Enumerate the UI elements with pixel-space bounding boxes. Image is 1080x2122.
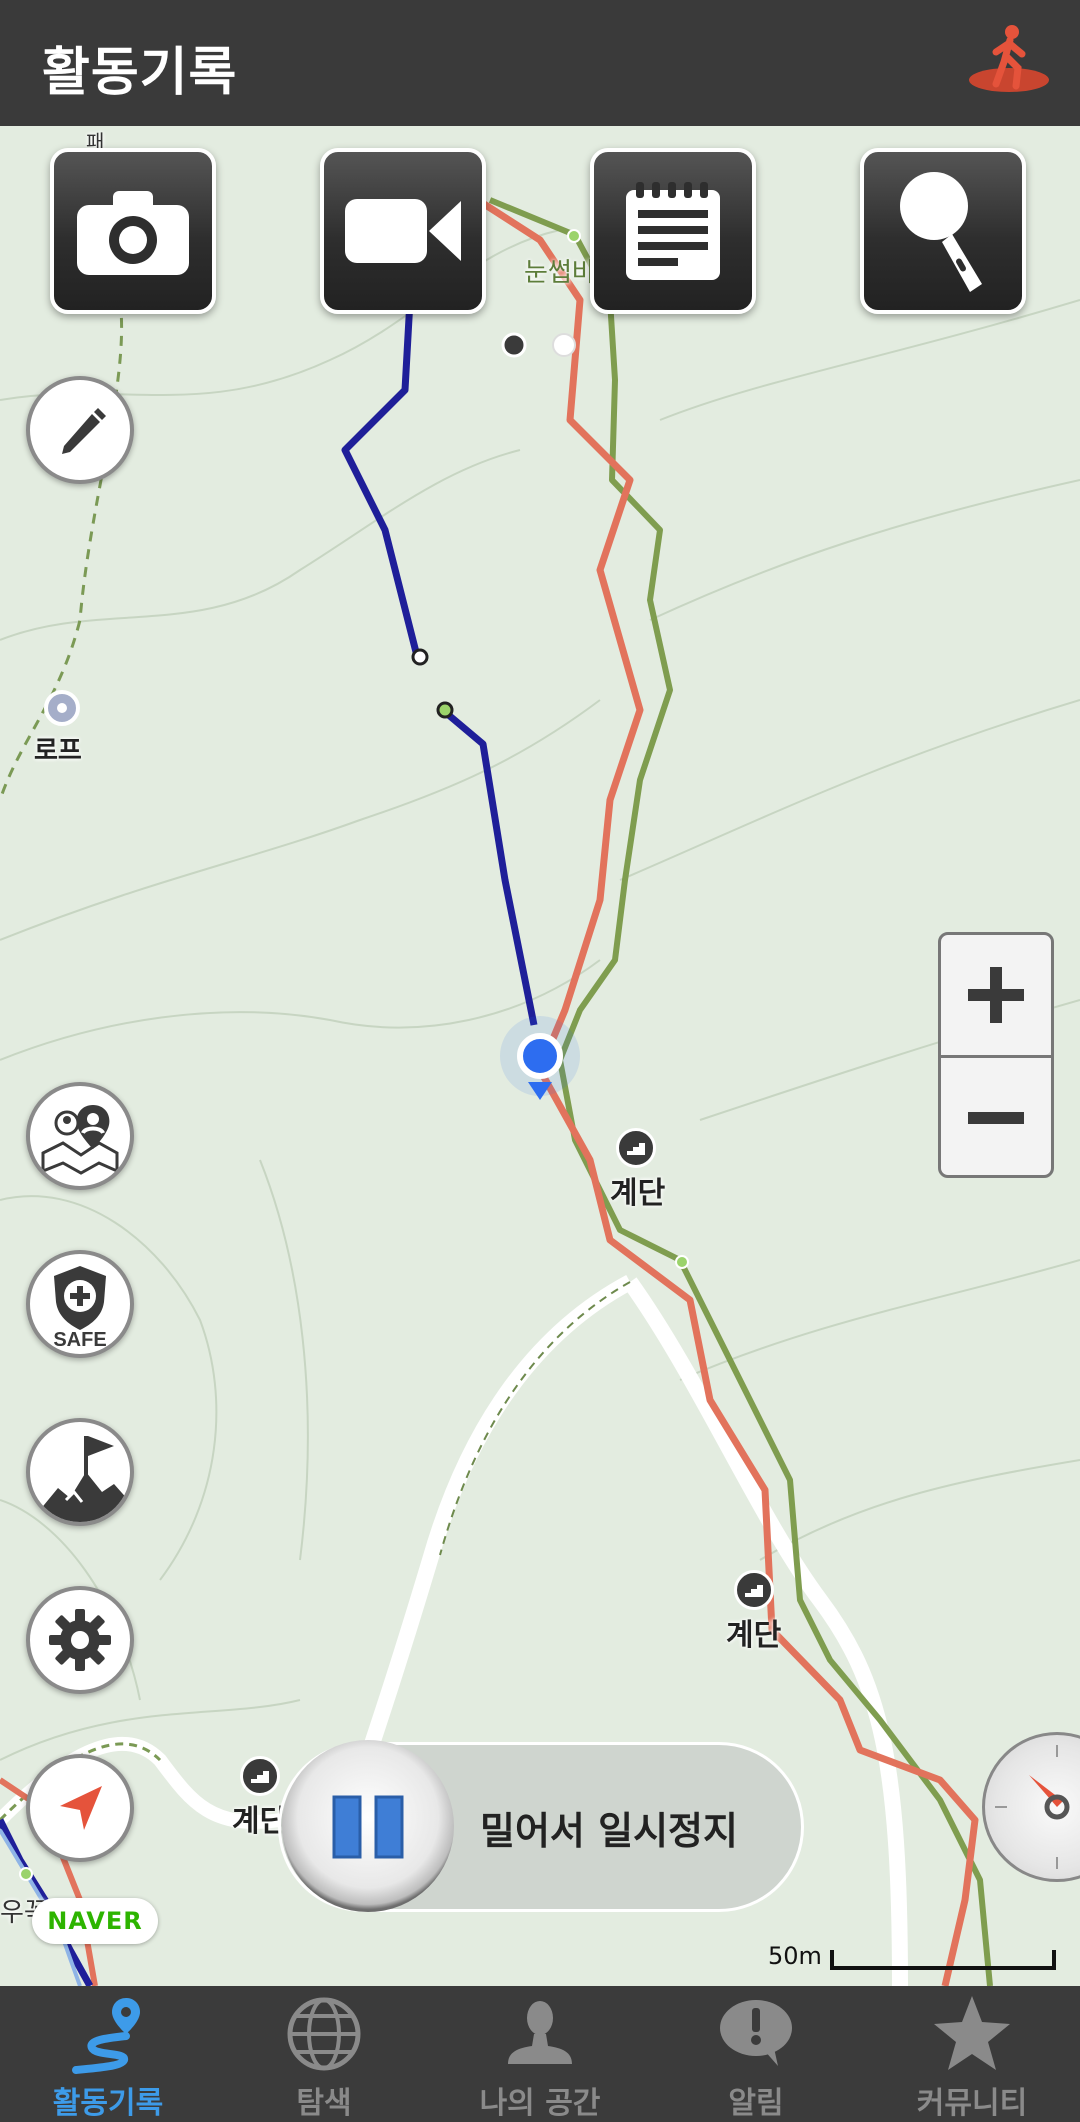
map-people-icon: [41, 1105, 119, 1175]
scale-label: 50m: [768, 1942, 822, 1970]
gear-icon: [49, 1609, 111, 1671]
zoom-control: [938, 932, 1054, 1178]
tab-activity-record[interactable]: 활동기록: [0, 1986, 216, 2122]
person-icon: [508, 2001, 572, 2064]
map-canvas: [0, 126, 1080, 1986]
minus-icon: [968, 1112, 1024, 1124]
pencil-icon: [62, 408, 106, 454]
summit-button[interactable]: [26, 1418, 134, 1526]
tab-label: 탐색: [296, 2086, 352, 2121]
stairs-icon[interactable]: [240, 1756, 280, 1796]
star-icon: [934, 1996, 1010, 2070]
camera-button[interactable]: [50, 148, 216, 314]
microphone-button[interactable]: [860, 148, 1026, 314]
stairs-icon[interactable]: [734, 1570, 774, 1610]
tab-community[interactable]: 커뮤니티: [864, 1986, 1080, 2122]
bottom-tab-bar: 활동기록 탐색 나의 공간 알림 커뮤니티: [0, 1986, 1080, 2122]
note-icon: [626, 182, 720, 280]
note-button[interactable]: [590, 148, 756, 314]
microphone-icon: [900, 172, 982, 292]
zoom-in-button[interactable]: [941, 935, 1051, 1058]
map-scale: 50m: [768, 1942, 1060, 1972]
page-indicator[interactable]: [500, 330, 580, 360]
settings-button[interactable]: [26, 1586, 134, 1694]
group-map-button[interactable]: [26, 1082, 134, 1190]
video-icon: [345, 199, 461, 263]
stairs-icon[interactable]: [616, 1128, 656, 1168]
map-label-nunseop: 눈썹바: [524, 258, 596, 288]
edit-button[interactable]: [26, 376, 134, 484]
route-pin-icon: [72, 1998, 140, 2074]
walking-person-icon[interactable]: [966, 22, 1052, 102]
app-header: 활동기록: [0, 0, 1080, 126]
scale-bar: [830, 1950, 1056, 1970]
alert-bubble-icon: [720, 2000, 792, 2066]
map-attribution[interactable]: NAVER: [32, 1898, 158, 1944]
summit-flag-icon: [30, 1436, 130, 1522]
map-label-rope: 로프: [34, 736, 82, 766]
location-arrow-icon: [60, 1786, 102, 1830]
page-title: 활동기록: [42, 43, 238, 103]
camera-icon: [77, 191, 189, 275]
my-location-button[interactable]: [26, 1754, 134, 1862]
tab-explore[interactable]: 탐색: [216, 1986, 432, 2122]
safe-label: SAFE: [53, 1329, 106, 1350]
tab-label: 알림: [728, 2086, 784, 2121]
compass-needle-icon: [995, 1745, 1070, 1869]
plus-icon: [968, 967, 1024, 1023]
pause-icon: [332, 1795, 404, 1859]
poi-label-stairs: 계단: [610, 1176, 666, 1211]
pause-slider-knob[interactable]: [282, 1740, 454, 1912]
tab-notifications[interactable]: 알림: [648, 1986, 864, 2122]
poi-label-stairs: 계단: [726, 1618, 782, 1653]
safe-button[interactable]: SAFE: [26, 1250, 134, 1358]
tab-my-space[interactable]: 나의 공간: [432, 1986, 648, 2122]
tab-label: 활동기록: [52, 2086, 164, 2121]
zoom-out-button[interactable]: [941, 1058, 1051, 1175]
tab-label: 커뮤니티: [916, 2086, 1028, 2121]
globe-icon: [287, 1997, 361, 2071]
map-view[interactable]: 패 눈썹바 로프 우꼭 계단 계단 계단: [0, 126, 1080, 1986]
compass[interactable]: [982, 1732, 1080, 1882]
tab-label: 나의 공간: [479, 2086, 601, 2121]
safe-shield-icon: SAFE: [53, 1266, 107, 1350]
slide-to-pause-label: 밀어서 일시정지: [480, 1809, 738, 1853]
video-button[interactable]: [320, 148, 486, 314]
